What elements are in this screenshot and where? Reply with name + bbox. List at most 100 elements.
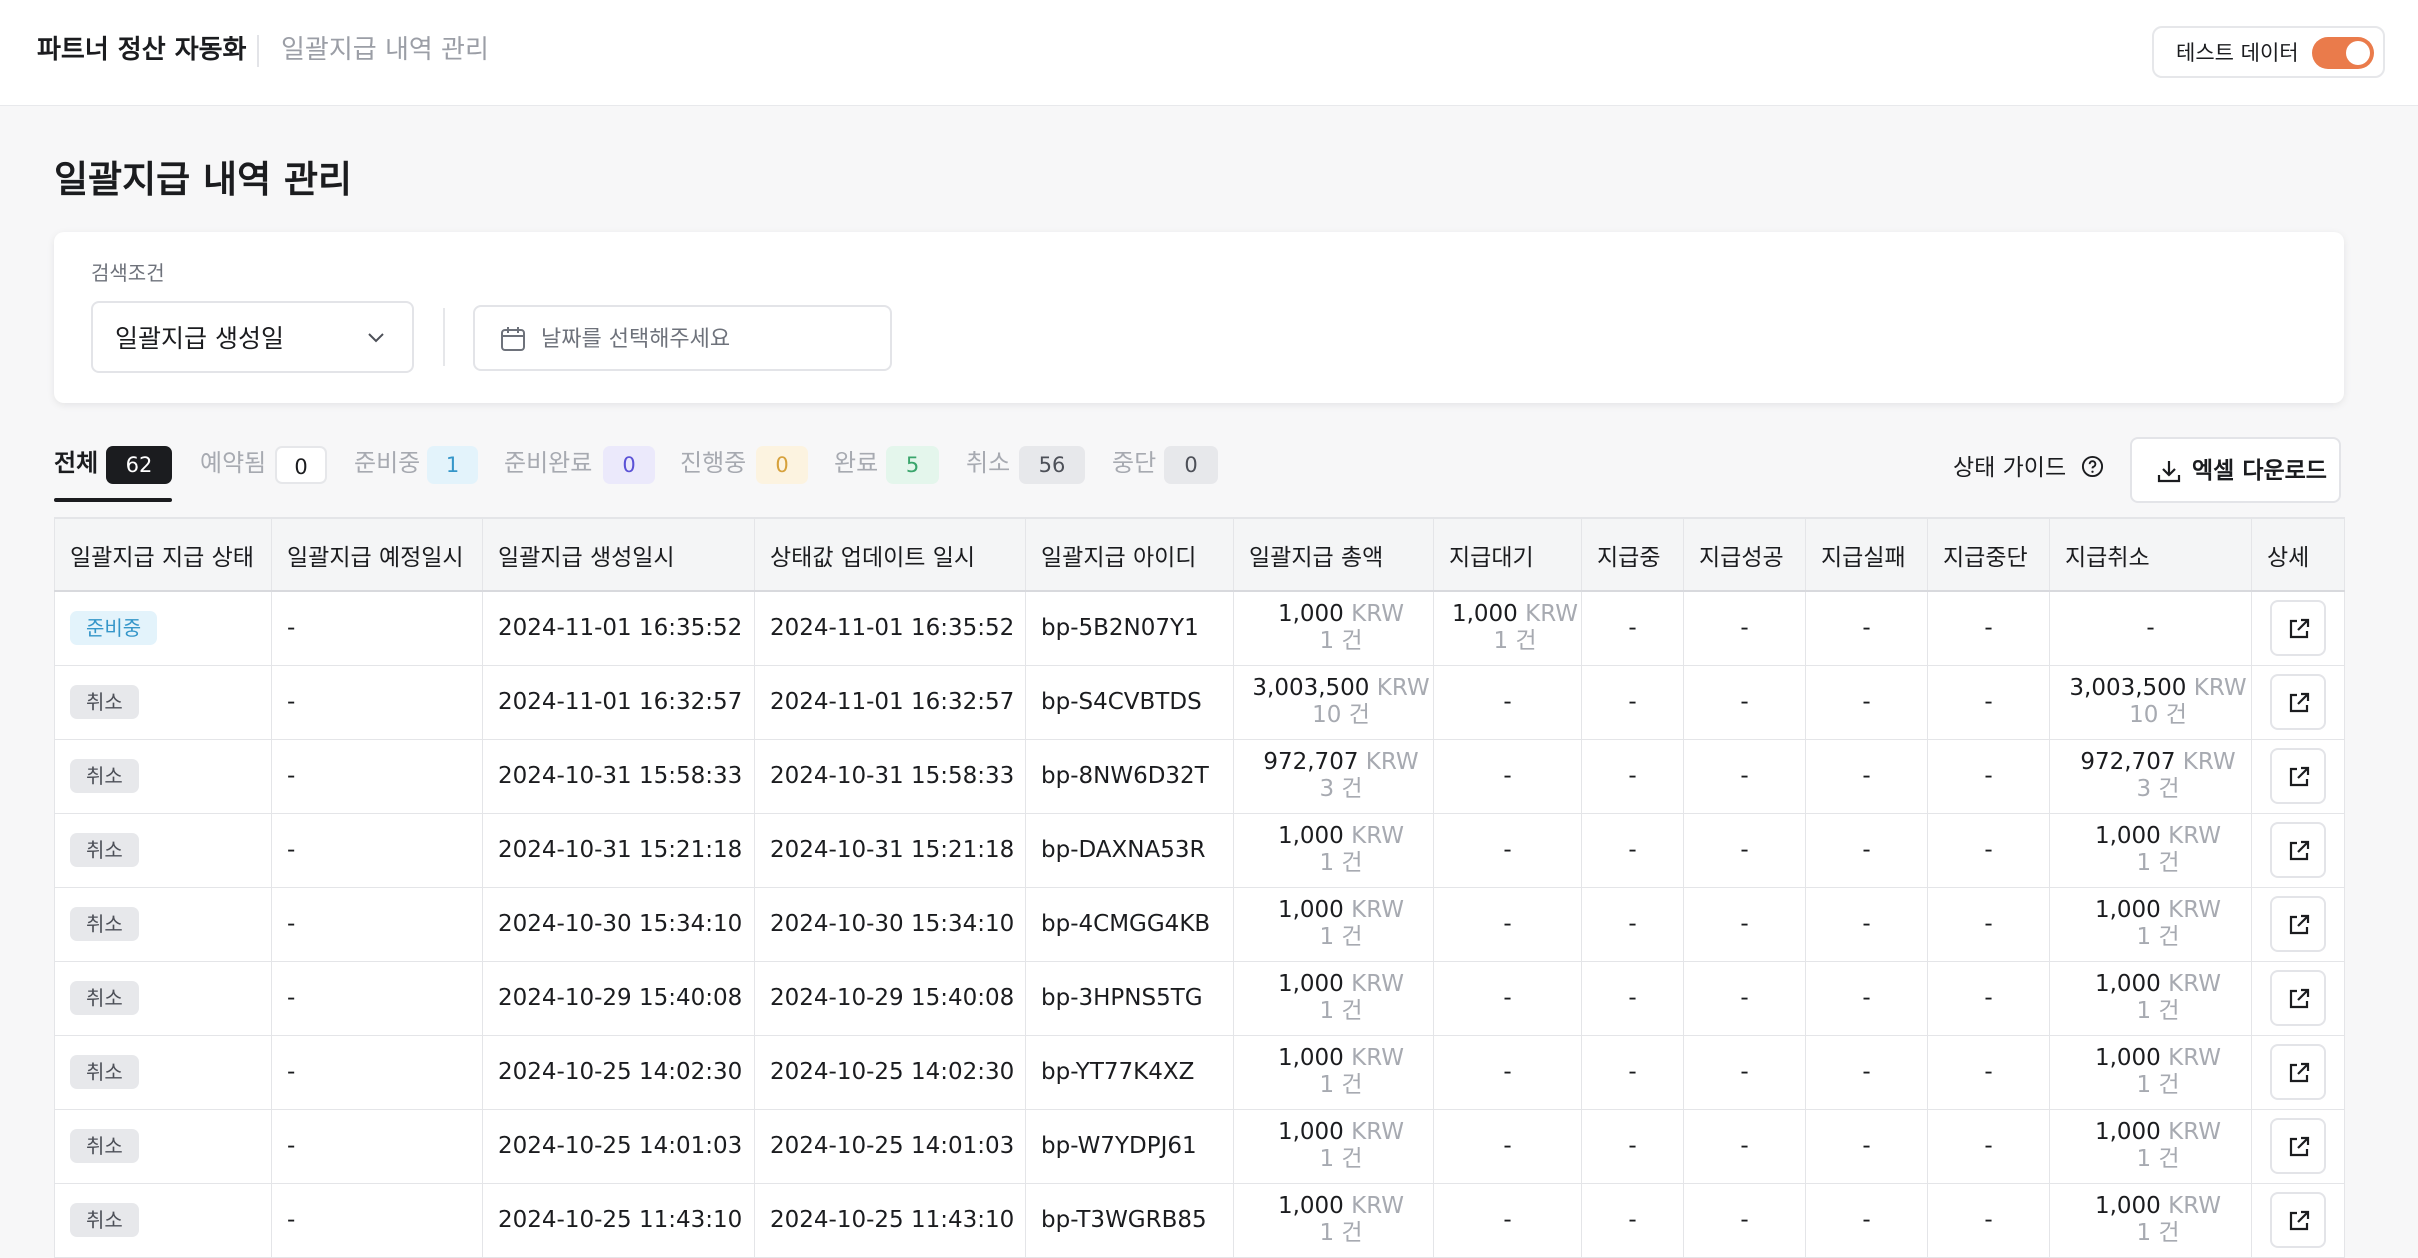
status-badge: 준비중 bbox=[70, 611, 158, 646]
open-detail-button[interactable] bbox=[2270, 1192, 2326, 1248]
id-cell[interactable]: bp-4CMGG4KB bbox=[1025, 886, 1234, 962]
table-row[interactable]: 취소 -2024-10-29 15:40:08 2024-10-29 15:40:0… bbox=[54, 960, 2345, 1036]
open-detail-button[interactable] bbox=[2270, 1118, 2326, 1174]
date-type-select[interactable]: 일괄지급 생성일 bbox=[91, 301, 414, 373]
tab-in-progress[interactable]: 진행중 0 bbox=[680, 442, 810, 502]
created-cell: 2024-10-29 15:40:08 bbox=[482, 960, 755, 1036]
stopped-cell: - bbox=[1927, 960, 2050, 1036]
tab-count: 0 bbox=[275, 446, 327, 484]
table-row[interactable]: 취소 -2024-10-31 15:21:18 2024-10-31 15:21:1… bbox=[54, 812, 2345, 888]
amount-value: 1,000 bbox=[2094, 897, 2161, 923]
id-cell[interactable]: bp-W7YDPJ61 bbox=[1025, 1108, 1234, 1184]
external-link-icon bbox=[2289, 1136, 2310, 1157]
tab-stopped[interactable]: 중단 0 bbox=[1112, 442, 1242, 502]
tab-cancelled[interactable]: 취소 56 bbox=[966, 442, 1106, 502]
success-cell: - bbox=[1683, 664, 1806, 740]
tab-scheduled[interactable]: 예약됨 0 bbox=[200, 442, 327, 502]
amount-value: 972,707 bbox=[1263, 749, 1359, 775]
detail-cell bbox=[2251, 1182, 2345, 1258]
amount-cell: 1,000 KRW 1 건 bbox=[1233, 960, 1434, 1036]
open-detail-button[interactable] bbox=[2270, 970, 2326, 1026]
col-waiting[interactable]: 지급대기 bbox=[1433, 517, 1582, 592]
count-label: 1 건 bbox=[1319, 1220, 1363, 1246]
id-cell[interactable]: bp-S4CVBTDS bbox=[1025, 664, 1234, 740]
test-data-label: 테스트 데이터 bbox=[2176, 41, 2299, 65]
breadcrumb[interactable]: 일괄지급 내역 관리 bbox=[281, 32, 489, 68]
open-detail-button[interactable] bbox=[2270, 748, 2326, 804]
detail-cell bbox=[2251, 886, 2345, 962]
success-cell: - bbox=[1683, 738, 1806, 814]
amount-value: 1,000 bbox=[2094, 1045, 2161, 1071]
app-title[interactable]: 파트너 정산 자동화 bbox=[37, 32, 246, 68]
amount-cell: 1,000 KRW 1 건 bbox=[2049, 886, 2252, 962]
test-data-toggle[interactable]: 테스트 데이터 bbox=[2152, 26, 2385, 78]
external-link-icon bbox=[2289, 692, 2310, 713]
col-updated[interactable]: 상태값 업데이트 일시 bbox=[754, 517, 1026, 592]
col-created[interactable]: 일괄지급 생성일시 bbox=[482, 517, 755, 592]
tab-count: 56 bbox=[1019, 446, 1085, 484]
count-label: 1 건 bbox=[1319, 850, 1363, 876]
id-cell[interactable]: bp-YT77K4XZ bbox=[1025, 1034, 1234, 1110]
paying-cell: - bbox=[1581, 1182, 1684, 1258]
open-detail-button[interactable] bbox=[2270, 1044, 2326, 1100]
col-failed[interactable]: 지급실패 bbox=[1805, 517, 1928, 592]
failed-cell: - bbox=[1805, 1108, 1928, 1184]
col-total[interactable]: 일괄지급 총액 bbox=[1233, 517, 1434, 592]
col-success[interactable]: 지급성공 bbox=[1683, 517, 1806, 592]
table-row[interactable]: 취소 -2024-10-31 15:58:33 2024-10-31 15:58:3… bbox=[54, 738, 2345, 814]
amount-cell: 1,000 KRW 1 건 bbox=[1233, 1108, 1434, 1184]
empty-cell: - bbox=[1433, 960, 1582, 1036]
paying-cell: - bbox=[1581, 886, 1684, 962]
status-guide-button[interactable]: 상태 가이드 bbox=[1953, 452, 2104, 484]
col-id[interactable]: 일괄지급 아이디 bbox=[1025, 517, 1234, 592]
table-row[interactable]: 취소 -2024-10-25 14:02:30 2024-10-25 14:02:3… bbox=[54, 1034, 2345, 1110]
tab-preparing[interactable]: 준비중 1 bbox=[354, 442, 478, 502]
id-cell[interactable]: bp-T3WGRB85 bbox=[1025, 1182, 1234, 1258]
col-stopped[interactable]: 지급중단 bbox=[1927, 517, 2050, 592]
open-detail-button[interactable] bbox=[2270, 674, 2326, 730]
count-label: 1 건 bbox=[2136, 1146, 2180, 1172]
toggle-switch[interactable] bbox=[2312, 37, 2374, 69]
id-cell[interactable]: bp-DAXNA53R bbox=[1025, 812, 1234, 888]
id-cell[interactable]: bp-5B2N07Y1 bbox=[1025, 590, 1234, 666]
open-detail-button[interactable] bbox=[2270, 822, 2326, 878]
detail-cell bbox=[2251, 1034, 2345, 1110]
open-detail-button[interactable] bbox=[2270, 896, 2326, 952]
status-badge: 취소 bbox=[70, 1055, 139, 1089]
table-row[interactable]: 준비중 -2024-11-01 16:35:52 2024-11-01 16:35:… bbox=[54, 590, 2345, 666]
scheduled-cell: - bbox=[271, 738, 483, 814]
table-row[interactable]: 취소 -2024-10-25 14:01:03 2024-10-25 14:01:0… bbox=[54, 1108, 2345, 1184]
id-cell[interactable]: bp-3HPNS5TG bbox=[1025, 960, 1234, 1036]
empty-cell: - bbox=[1433, 886, 1582, 962]
count-label: 10 건 bbox=[1312, 702, 1370, 728]
updated-cell: 2024-10-30 15:34:10 bbox=[754, 886, 1026, 962]
tab-ready[interactable]: 준비완료 0 bbox=[504, 442, 655, 502]
created-cell: 2024-10-30 15:34:10 bbox=[482, 886, 755, 962]
search-panel: 검색조건 일괄지급 생성일 날짜를 선택해주세요 bbox=[54, 232, 2344, 403]
updated-cell: 2024-10-25 14:01:03 bbox=[754, 1108, 1026, 1184]
empty-cell: - bbox=[1433, 1108, 1582, 1184]
external-link-icon bbox=[2289, 840, 2310, 861]
col-paying[interactable]: 지급중 bbox=[1581, 517, 1684, 592]
amount-cell: 1,000 KRW 1 건 bbox=[2049, 1108, 2252, 1184]
date-picker[interactable]: 날짜를 선택해주세요 bbox=[473, 305, 892, 371]
tab-count: 0 bbox=[1164, 446, 1218, 484]
col-scheduled[interactable]: 일괄지급 예정일시 bbox=[271, 517, 483, 592]
success-cell: - bbox=[1683, 1034, 1806, 1110]
updated-cell: 2024-11-01 16:35:52 bbox=[754, 590, 1026, 666]
table-row[interactable]: 취소 -2024-10-25 11:43:10 2024-10-25 11:43:1… bbox=[54, 1182, 2345, 1258]
excel-download-button[interactable]: 엑셀 다운로드 bbox=[2130, 437, 2341, 503]
col-status[interactable]: 일괄지급 지급 상태 bbox=[54, 517, 272, 592]
table-row[interactable]: 취소 -2024-11-01 16:32:57 2024-11-01 16:32:5… bbox=[54, 664, 2345, 740]
success-cell: - bbox=[1683, 886, 1806, 962]
tab-completed[interactable]: 완료 5 bbox=[834, 442, 950, 502]
amount-value: 1,000 bbox=[1277, 1193, 1344, 1219]
currency-label: KRW bbox=[2168, 1119, 2222, 1145]
tab-count: 0 bbox=[603, 446, 655, 484]
id-cell[interactable]: bp-8NW6D32T bbox=[1025, 738, 1234, 814]
currency-label: KRW bbox=[1351, 1193, 1405, 1219]
col-cancelled[interactable]: 지급취소 bbox=[2049, 517, 2252, 592]
table-row[interactable]: 취소 -2024-10-30 15:34:10 2024-10-30 15:34:1… bbox=[54, 886, 2345, 962]
open-detail-button[interactable] bbox=[2270, 600, 2326, 657]
tab-all[interactable]: 전체 62 bbox=[54, 442, 172, 502]
